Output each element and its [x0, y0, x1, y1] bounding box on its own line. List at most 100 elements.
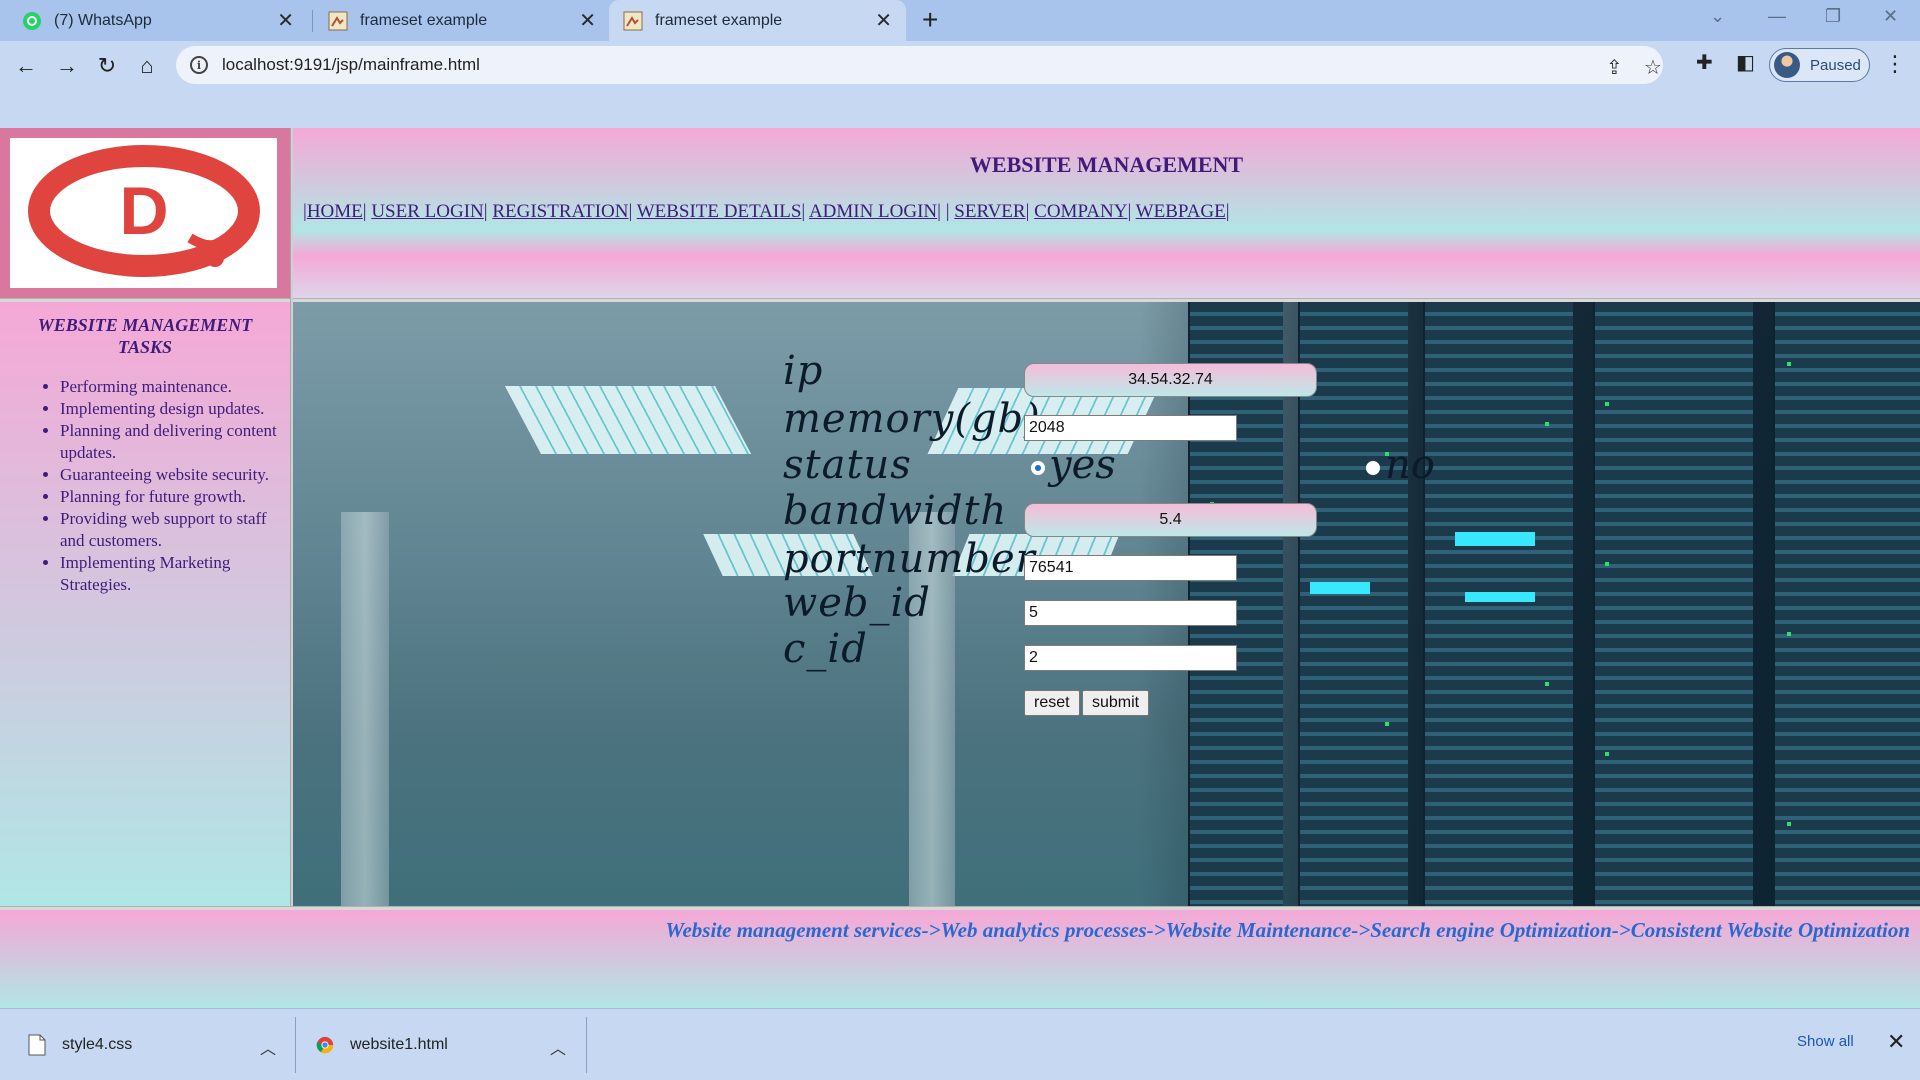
status-label: status	[783, 442, 912, 488]
url-text: localhost:9191/jsp/mainframe.html	[222, 55, 480, 74]
sidebar-title: WEBSITE MANAGEMENT TASKS	[37, 315, 253, 357]
list-item: Guaranteeing website security.	[60, 464, 280, 486]
ceiling-light	[504, 386, 752, 454]
file-icon	[28, 1034, 46, 1056]
bookmark-star-icon[interactable]: ☆	[1644, 55, 1662, 80]
logo-letter: D	[119, 173, 168, 249]
address-bar[interactable]: i localhost:9191/jsp/mainframe.html ⇪ ☆	[176, 46, 1663, 84]
profile-status: Paused	[1810, 56, 1861, 74]
minimize-icon[interactable]: —	[1768, 6, 1786, 27]
reset-button[interactable]: reset	[1024, 690, 1080, 716]
logo: D	[10, 138, 277, 288]
page-icon	[623, 11, 643, 30]
browser-toolbar: ← → ↻ ⌂ i localhost:9191/jsp/mainframe.h…	[0, 41, 1920, 90]
pillar	[341, 512, 389, 906]
logo-frame: D	[0, 128, 290, 298]
nav-webpage[interactable]: WEBPAGE	[1136, 201, 1226, 222]
nav-company[interactable]: COMPANY	[1034, 201, 1127, 222]
tab-strip: (7) WhatsApp ✕ frameset example ✕ frames…	[0, 0, 1920, 41]
chevron-up-icon[interactable]: ︿	[260, 1035, 276, 1059]
tab-search-icon[interactable]: ⌄	[1710, 6, 1725, 27]
status-no-label: no	[1385, 442, 1435, 488]
tab-whatsapp[interactable]: (7) WhatsApp ✕	[8, 0, 308, 41]
ip-label: ip	[783, 348, 824, 394]
share-icon[interactable]: ⇪	[1606, 55, 1623, 80]
new-tab-button[interactable]: +	[922, 4, 938, 36]
server-rack	[1423, 302, 1573, 906]
task-list: Performing maintenance. Implementing des…	[0, 376, 290, 596]
divider	[586, 1017, 587, 1073]
side-panel-icon[interactable]: ◧	[1736, 50, 1755, 75]
portnumber-label: portnumber	[783, 536, 1036, 582]
whatsapp-icon	[23, 11, 41, 30]
close-icon[interactable]: ✕	[277, 8, 294, 33]
close-icon[interactable]: ✕	[579, 8, 596, 33]
page-icon	[328, 11, 348, 30]
nav-registration[interactable]: REGISTRATION	[492, 201, 628, 222]
tab-title: (7) WhatsApp	[54, 11, 152, 29]
site-info-icon[interactable]: i	[190, 56, 208, 74]
list-item: Planning and delivering content updates.	[60, 420, 280, 464]
bandwidth-field[interactable]: 5.4	[1024, 503, 1317, 537]
status-yes-radio[interactable]	[1031, 461, 1045, 475]
tab-separator	[312, 10, 313, 32]
tab-frameset-1[interactable]: frameset example ✕	[314, 0, 610, 41]
extensions-puzzle-icon[interactable]: ✚	[1696, 50, 1713, 75]
download-filename: style4.css	[62, 1036, 133, 1053]
close-icon[interactable]: ✕	[1887, 1029, 1905, 1055]
close-icon[interactable]: ✕	[875, 8, 892, 33]
download-filename: website1.html	[350, 1036, 448, 1053]
show-all-link[interactable]: Show all	[1797, 1033, 1854, 1050]
portnumber-field[interactable]: 76541	[1024, 555, 1237, 581]
nav-user-login[interactable]: USER LOGIN	[371, 201, 483, 222]
tab-title: frameset example	[360, 11, 488, 29]
reload-icon[interactable]: ↻	[91, 50, 123, 82]
chrome-icon	[316, 1036, 334, 1054]
web-id-label: web_id	[783, 580, 931, 626]
profile-button[interactable]: Paused	[1769, 48, 1870, 82]
tab-title: frameset example	[655, 11, 783, 29]
nav-server[interactable]: SERVER	[954, 201, 1025, 222]
page-viewport: D WEBSITE MANAGEMENT |HOME| USER LOGIN| …	[0, 128, 1920, 1008]
logo-d-icon: D	[28, 145, 260, 277]
bandwidth-label: bandwidth	[783, 488, 1008, 534]
server-rack	[1773, 302, 1920, 906]
list-item: Planning for future growth.	[60, 486, 280, 508]
ip-field[interactable]: 34.54.32.74	[1024, 363, 1317, 397]
list-item: Providing web support to staff and custo…	[60, 508, 280, 552]
main-frame: ip 34.54.32.74 memory(gb) 2048 status ye…	[293, 302, 1920, 906]
site-title: WEBSITE MANAGEMENT	[969, 152, 1244, 177]
server-rack	[1593, 302, 1753, 906]
sidebar-frame: WEBSITE MANAGEMENT TASKS Performing main…	[0, 302, 290, 906]
c-id-field[interactable]: 2	[1024, 645, 1237, 671]
memory-field[interactable]: 2048	[1024, 415, 1237, 441]
home-icon[interactable]: ⌂	[131, 50, 163, 82]
web-id-field[interactable]: 5	[1024, 600, 1237, 626]
footer-marquee: Website management services->Web analyti…	[665, 918, 1910, 942]
nav-home[interactable]: HOME	[307, 201, 363, 222]
memory-label: memory(gb)	[783, 396, 1041, 442]
nav-admin-login[interactable]: ADMIN LOGIN	[809, 201, 937, 222]
footer-frame: Website management services->Web analyti…	[0, 910, 1920, 1008]
restore-icon[interactable]: ❐	[1825, 6, 1841, 27]
download-item-style4[interactable]: style4.css	[28, 1009, 132, 1080]
download-bar: style4.css ︿ website1.html ︿ Show all ✕	[0, 1008, 1920, 1080]
c-id-label: c_id	[783, 626, 868, 672]
status-no-radio[interactable]	[1366, 461, 1380, 475]
header-frame: WEBSITE MANAGEMENT |HOME| USER LOGIN| RE…	[293, 128, 1920, 298]
chevron-up-icon[interactable]: ︿	[550, 1035, 566, 1059]
list-item: Implementing Marketing Strategies.	[60, 552, 280, 596]
top-navigation: |HOME| USER LOGIN| REGISTRATION| WEBSITE…	[303, 201, 1230, 222]
window-close-icon[interactable]: ✕	[1883, 6, 1898, 27]
download-item-website1[interactable]: website1.html	[316, 1009, 448, 1080]
forward-icon[interactable]: →	[51, 50, 83, 82]
avatar	[1774, 52, 1800, 78]
back-icon[interactable]: ←	[10, 50, 42, 82]
divider	[295, 1017, 296, 1073]
list-item: Implementing design updates.	[60, 398, 280, 420]
submit-button[interactable]: submit	[1082, 690, 1150, 716]
tab-frameset-active[interactable]: frameset example ✕	[609, 0, 906, 41]
list-item: Performing maintenance.	[60, 376, 280, 398]
nav-website-details[interactable]: WEBSITE DETAILS	[637, 201, 802, 222]
menu-icon[interactable]: ⋮	[1884, 51, 1906, 77]
